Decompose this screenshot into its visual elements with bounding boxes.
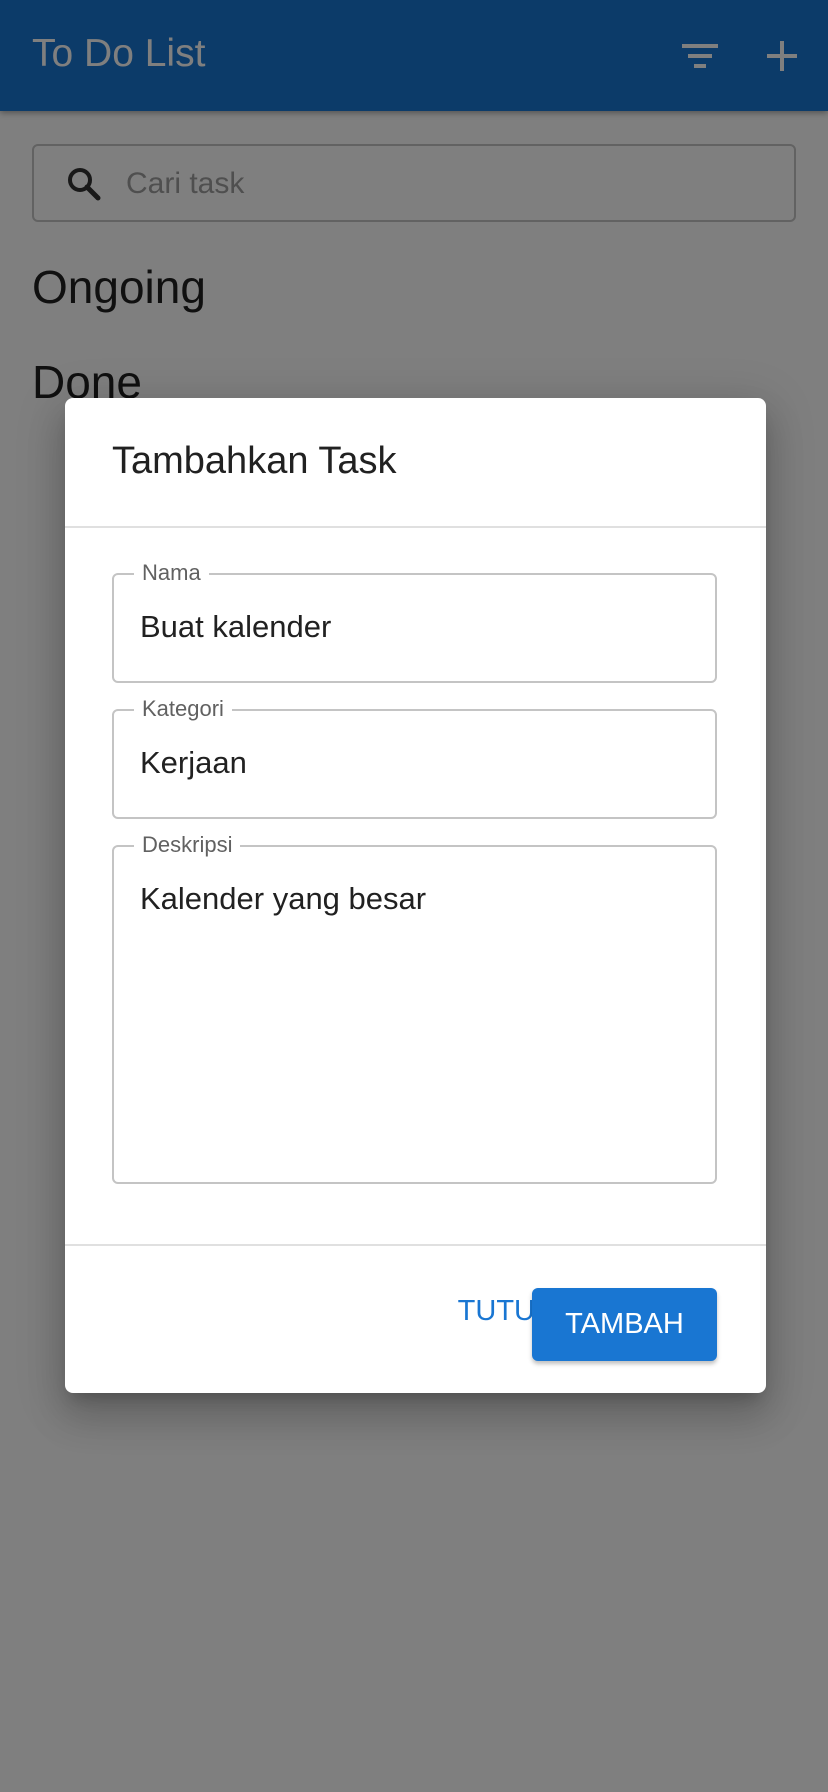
dialog-header-divider <box>65 526 766 528</box>
nama-value[interactable]: Buat kalender <box>140 609 331 645</box>
nama-field[interactable]: Nama Buat kalender <box>112 559 717 683</box>
nama-label: Nama <box>134 559 209 587</box>
deskripsi-field[interactable]: Deskripsi Kalender yang besar <box>112 831 717 1184</box>
deskripsi-value[interactable]: Kalender yang besar <box>140 881 426 917</box>
deskripsi-label: Deskripsi <box>134 831 241 859</box>
kategori-value[interactable]: Kerjaan <box>140 745 247 781</box>
dialog-title: Tambahkan Task <box>112 440 397 482</box>
add-button[interactable]: TAMBAH <box>532 1288 717 1361</box>
dialog-footer-divider <box>65 1244 766 1246</box>
kategori-field[interactable]: Kategori Kerjaan <box>112 695 717 819</box>
add-task-dialog: Tambahkan Task Nama Buat kalender Katego… <box>65 398 766 1393</box>
kategori-label: Kategori <box>134 695 232 723</box>
